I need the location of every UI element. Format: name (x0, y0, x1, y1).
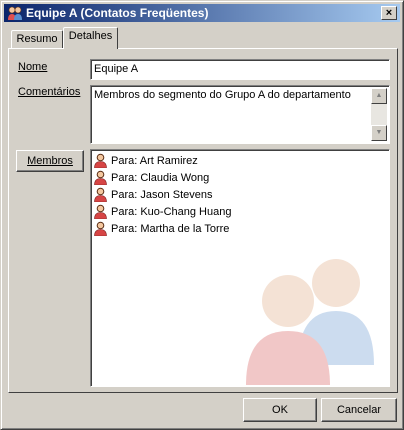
window-title: Equipe A (Contatos Freqüentes) (26, 6, 209, 20)
group-contacts-icon (7, 5, 23, 21)
person-icon (94, 153, 107, 168)
member-name: Para: Art Ramirez (111, 155, 198, 167)
person-icon (94, 170, 107, 185)
dialog-window: Equipe A (Contatos Freqüentes) × Resumo … (0, 0, 404, 430)
members-list[interactable]: Para: Art Ramirez Para: Claudia Wong Par… (90, 149, 390, 387)
person-icon (94, 221, 107, 236)
ok-button[interactable]: OK (243, 398, 317, 422)
person-icon (94, 204, 107, 219)
comments-label: Comentários (18, 86, 81, 98)
title-bar[interactable]: Equipe A (Contatos Freqüentes) × (4, 4, 400, 22)
cancel-button[interactable]: Cancelar (321, 398, 397, 422)
name-value: Equipe A (94, 63, 139, 75)
comments-scrollbar[interactable]: ▲ ▼ (371, 88, 387, 141)
name-label: Nome (18, 61, 48, 73)
name-field[interactable]: Equipe A (90, 59, 390, 80)
comments-value: Membros do segmento do Grupo A do depart… (94, 89, 351, 101)
members-button[interactable]: Membros (16, 150, 84, 172)
scroll-down-icon[interactable]: ▼ (371, 125, 387, 141)
member-name: Para: Kuo-Chang Huang (111, 206, 232, 218)
person-icon (94, 187, 107, 202)
member-name: Para: Claudia Wong (111, 172, 210, 184)
close-icon: × (385, 7, 393, 19)
scroll-up-icon[interactable]: ▲ (371, 88, 387, 104)
tab-detalhes[interactable]: Detalhes (63, 27, 118, 49)
tab-resumo[interactable]: Resumo (11, 30, 63, 48)
group-watermark-icon (246, 259, 374, 385)
close-button[interactable]: × (381, 6, 397, 20)
member-name: Para: Jason Stevens (111, 189, 213, 201)
member-name: Para: Martha de la Torre (111, 223, 230, 235)
comments-field[interactable]: Membros do segmento do Grupo A do depart… (90, 85, 390, 144)
